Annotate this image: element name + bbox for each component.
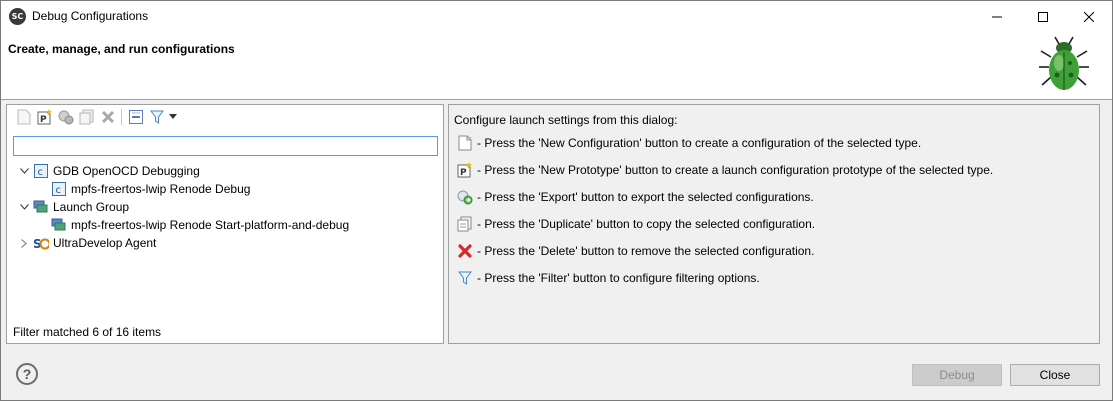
bug-icon xyxy=(1039,36,1089,90)
export-button[interactable] xyxy=(55,107,76,127)
close-icon xyxy=(1084,11,1094,22)
app-icon: SC xyxy=(9,8,26,25)
c-config-icon: c xyxy=(51,181,67,197)
tree-toolbar: P xyxy=(7,105,443,129)
help-text: - Press the 'Export' button to export th… xyxy=(477,190,814,204)
delete-button[interactable] xyxy=(97,107,118,127)
configuration-tree-panel: P c GDB OpenOCD Debugging c mpfs-freerto… xyxy=(6,104,444,344)
close-window-button[interactable] xyxy=(1066,1,1112,32)
toolbar-separator xyxy=(121,109,122,125)
sc-agent-icon: S xyxy=(33,235,49,251)
delete-icon xyxy=(101,110,114,124)
maximize-icon xyxy=(1038,11,1048,22)
help-row-duplicate: - Press the 'Duplicate' button to copy t… xyxy=(457,215,815,233)
view-menu-button[interactable] xyxy=(167,107,179,127)
new-prototype-button[interactable]: P xyxy=(34,107,55,127)
header-title: Create, manage, and run configurations xyxy=(8,42,235,56)
svg-text:P: P xyxy=(460,168,467,178)
export-icon xyxy=(457,189,473,205)
filter-input[interactable] xyxy=(13,136,438,156)
help-text: - Press the 'Duplicate' button to copy t… xyxy=(477,217,816,231)
tree-item-label: GDB OpenOCD Debugging xyxy=(53,164,200,178)
debug-button[interactable]: Debug xyxy=(912,364,1002,386)
svg-text:c: c xyxy=(56,185,62,196)
help-text: - Press the 'Delete' button to remove th… xyxy=(477,244,815,258)
tree-item-ultradevelop-agent[interactable]: S UltraDevelop Agent xyxy=(19,234,156,252)
tree-item-label: mpfs-freertos-lwip Renode Start-platform… xyxy=(71,218,350,232)
close-button[interactable]: Close xyxy=(1010,364,1100,386)
help-text: - Press the 'Filter' button to configure… xyxy=(477,271,760,285)
svg-text:P: P xyxy=(40,115,47,125)
filter-button[interactable] xyxy=(146,107,167,127)
help-row-new-prototype: P - Press the 'New Prototype' button to … xyxy=(457,161,993,179)
chevron-down-icon[interactable] xyxy=(19,202,29,212)
minimize-icon xyxy=(992,16,1002,17)
new-config-icon xyxy=(17,109,30,125)
launch-settings-panel: Configure launch settings from this dial… xyxy=(448,104,1100,344)
duplicate-icon xyxy=(457,216,473,232)
new-configuration-button[interactable] xyxy=(13,107,34,127)
help-text: - Press the 'New Configuration' button t… xyxy=(477,136,922,150)
tree-item-launch-group[interactable]: Launch Group xyxy=(19,198,129,216)
chevron-right-icon[interactable] xyxy=(19,238,29,248)
dialog-header: Create, manage, and run configurations xyxy=(1,32,1112,100)
tree-item-label: mpfs-freertos-lwip Renode Debug xyxy=(71,182,251,196)
maximize-button[interactable] xyxy=(1020,1,1066,32)
chevron-down-icon xyxy=(169,114,177,119)
collapse-all-icon xyxy=(128,110,143,124)
help-row-delete: - Press the 'Delete' button to remove th… xyxy=(457,242,814,260)
filter-icon xyxy=(457,270,473,286)
new-config-icon xyxy=(457,135,473,151)
tree-item-renode-debug[interactable]: c mpfs-freertos-lwip Renode Debug xyxy=(47,180,250,198)
tree-item-label: Launch Group xyxy=(53,200,130,214)
help-text: - Press the 'New Prototype' button to cr… xyxy=(477,163,994,177)
help-row-filter: - Press the 'Filter' button to configure… xyxy=(457,269,760,287)
tree-item-gdb-openocd[interactable]: c GDB OpenOCD Debugging xyxy=(19,162,200,180)
export-icon xyxy=(58,110,73,125)
new-prototype-icon: P xyxy=(457,162,473,178)
intro-text: Configure launch settings from this dial… xyxy=(454,113,678,127)
chevron-down-icon[interactable] xyxy=(19,166,29,176)
tree-item-start-platform[interactable]: mpfs-freertos-lwip Renode Start-platform… xyxy=(47,216,349,234)
title-bar: SC Debug Configurations xyxy=(1,1,1112,32)
gdb-c-icon: c xyxy=(33,163,49,179)
delete-icon xyxy=(457,243,473,259)
svg-text:c: c xyxy=(38,167,44,178)
launch-config-icon xyxy=(51,217,67,233)
duplicate-icon xyxy=(79,109,93,125)
minimize-button[interactable] xyxy=(974,1,1020,32)
help-button[interactable]: ? xyxy=(16,363,38,385)
window-title: Debug Configurations xyxy=(32,9,149,23)
duplicate-button[interactable] xyxy=(76,107,97,127)
debug-configurations-dialog: SC Debug Configurations Create, manage, … xyxy=(0,0,1113,401)
tree-item-label: UltraDevelop Agent xyxy=(53,236,157,250)
launch-group-icon xyxy=(33,199,49,215)
help-row-export: - Press the 'Export' button to export th… xyxy=(457,188,814,206)
collapse-all-button[interactable] xyxy=(125,107,146,127)
filter-status: Filter matched 6 of 16 items xyxy=(13,325,162,339)
help-row-new-configuration: - Press the 'New Configuration' button t… xyxy=(457,134,921,152)
new-prototype-icon: P xyxy=(37,109,52,125)
filter-icon xyxy=(149,110,164,124)
